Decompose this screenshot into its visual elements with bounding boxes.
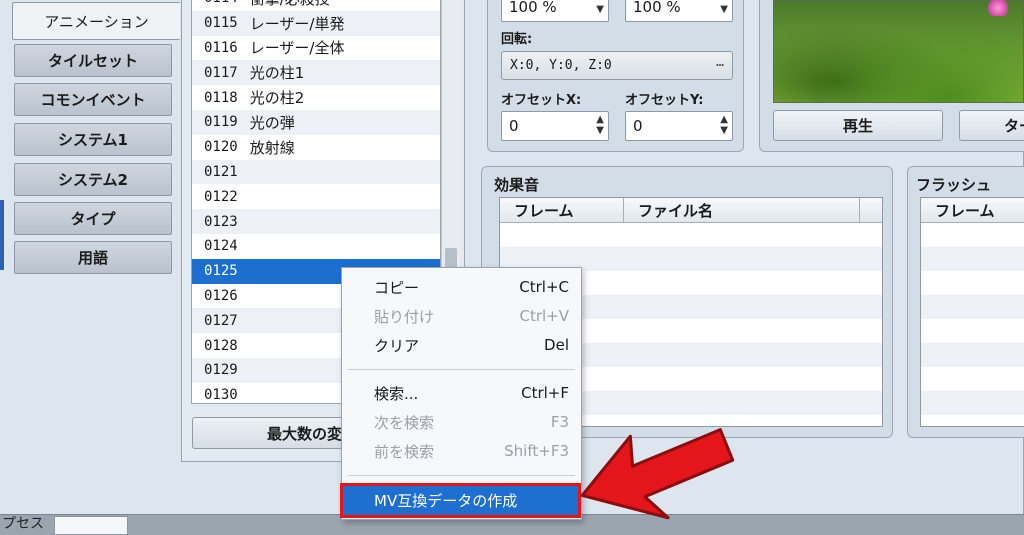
list-item[interactable]: 0118 光の柱2	[192, 85, 440, 110]
offset-y-label: オフセットY:	[625, 93, 704, 108]
tab-system1[interactable]: システム1	[14, 123, 172, 156]
table-row[interactable]	[921, 247, 1024, 271]
menu-shortcut: Ctrl+C	[519, 278, 569, 296]
menu-item-clear[interactable]: クリア Del	[342, 332, 581, 358]
menu-separator	[348, 369, 575, 370]
status-text: プセス	[2, 516, 44, 532]
chevron-up-icon[interactable]: ▲	[596, 114, 604, 125]
status-field[interactable]	[54, 516, 128, 535]
menu-item-copy[interactable]: コピー Ctrl+C	[342, 274, 581, 300]
tab-animation[interactable]: アニメーション	[12, 2, 180, 40]
table-row[interactable]	[921, 319, 1024, 343]
chevron-down-icon[interactable]: ▼	[720, 4, 728, 15]
list-item[interactable]: 0119 光の弾	[192, 109, 440, 135]
chevron-down-icon[interactable]: ▼	[720, 125, 728, 136]
tab-system2[interactable]: システム2	[14, 163, 172, 196]
list-item[interactable]: 0122	[192, 184, 440, 209]
list-scroll-thumb[interactable]	[445, 248, 457, 268]
rotation-label: 回転:	[501, 32, 533, 47]
flash-table[interactable]: フレーム	[920, 197, 1024, 427]
list-item[interactable]: 0120 放射線	[192, 135, 440, 160]
list-item[interactable]: 0123	[192, 209, 440, 234]
chevron-down-icon[interactable]: ▼	[596, 4, 604, 15]
left-edge-indicator	[0, 200, 4, 270]
offset-x-label: オフセットX:	[501, 93, 582, 108]
table-row[interactable]	[500, 223, 882, 247]
table-row[interactable]	[921, 343, 1024, 367]
annotation-arrow-icon	[580, 428, 735, 520]
more-icon[interactable]: …	[716, 55, 724, 70]
table-row[interactable]	[921, 391, 1024, 415]
preview-effect-sprite	[985, 0, 1011, 16]
list-item[interactable]: 0116 レーザー/全体	[192, 36, 440, 61]
list-item[interactable]: 0124	[192, 234, 440, 259]
chevron-up-icon[interactable]: ▲	[720, 114, 728, 125]
list-item[interactable]: 0121	[192, 159, 440, 185]
menu-item-find-prev[interactable]: 前を検索 Shift+F3	[342, 438, 581, 464]
menu-shortcut: Ctrl+V	[519, 307, 569, 325]
sound-effects-title: 効果音	[494, 176, 540, 194]
menu-item-find-next[interactable]: 次を検索 F3	[342, 409, 581, 435]
offset-y-spinner[interactable]: 0 ▲ ▼	[625, 111, 733, 141]
menu-separator	[348, 475, 575, 476]
column-frame[interactable]: フレーム	[500, 198, 624, 222]
scale-y-spinner[interactable]: 100 % ▼	[625, 0, 733, 22]
menu-shortcut: Del	[544, 336, 569, 354]
menu-item-find[interactable]: 検索... Ctrl+F	[342, 380, 581, 406]
context-menu: コピー Ctrl+C 貼り付け Ctrl+V クリア Del 検索... Ctrl+F …	[340, 267, 582, 520]
tab-common-event[interactable]: コモンイベント	[14, 83, 172, 116]
play-button[interactable]: 再生	[773, 110, 943, 141]
list-item[interactable]: 0114衝撃/必殺技	[192, 0, 440, 11]
table-header: フレーム	[921, 198, 1024, 223]
target-button[interactable]: ター	[959, 110, 1024, 141]
table-row[interactable]	[921, 223, 1024, 247]
offset-x-spinner[interactable]: 0 ▲ ▼	[501, 111, 609, 141]
scale-x-spinner[interactable]: 100 % ▼	[501, 0, 609, 22]
table-header: フレーム ファイル名	[500, 198, 882, 223]
list-item[interactable]: 0115 レーザー/単発	[192, 10, 440, 36]
menu-item-create-mv-data[interactable]: MV互換データの作成	[340, 483, 581, 518]
list-item[interactable]: 0117 光の柱1	[192, 60, 440, 86]
menu-item-paste[interactable]: 貼り付け Ctrl+V	[342, 303, 581, 329]
table-row[interactable]	[921, 367, 1024, 391]
tab-type[interactable]: タイプ	[14, 202, 172, 235]
chevron-down-icon[interactable]: ▼	[596, 125, 604, 136]
tab-terms[interactable]: 用語	[14, 241, 172, 274]
menu-shortcut: Ctrl+F	[521, 384, 569, 402]
tab-tileset[interactable]: タイルセット	[14, 44, 172, 77]
column-frame[interactable]: フレーム	[921, 198, 1024, 222]
flash-title: フラッシュ	[916, 176, 992, 194]
table-row[interactable]	[921, 295, 1024, 319]
rotation-field[interactable]: X:0, Y:0, Z:0 …	[501, 51, 733, 80]
menu-shortcut: Shift+F3	[504, 442, 569, 460]
column-file-name[interactable]: ファイル名	[624, 198, 860, 222]
table-row[interactable]	[921, 271, 1024, 295]
